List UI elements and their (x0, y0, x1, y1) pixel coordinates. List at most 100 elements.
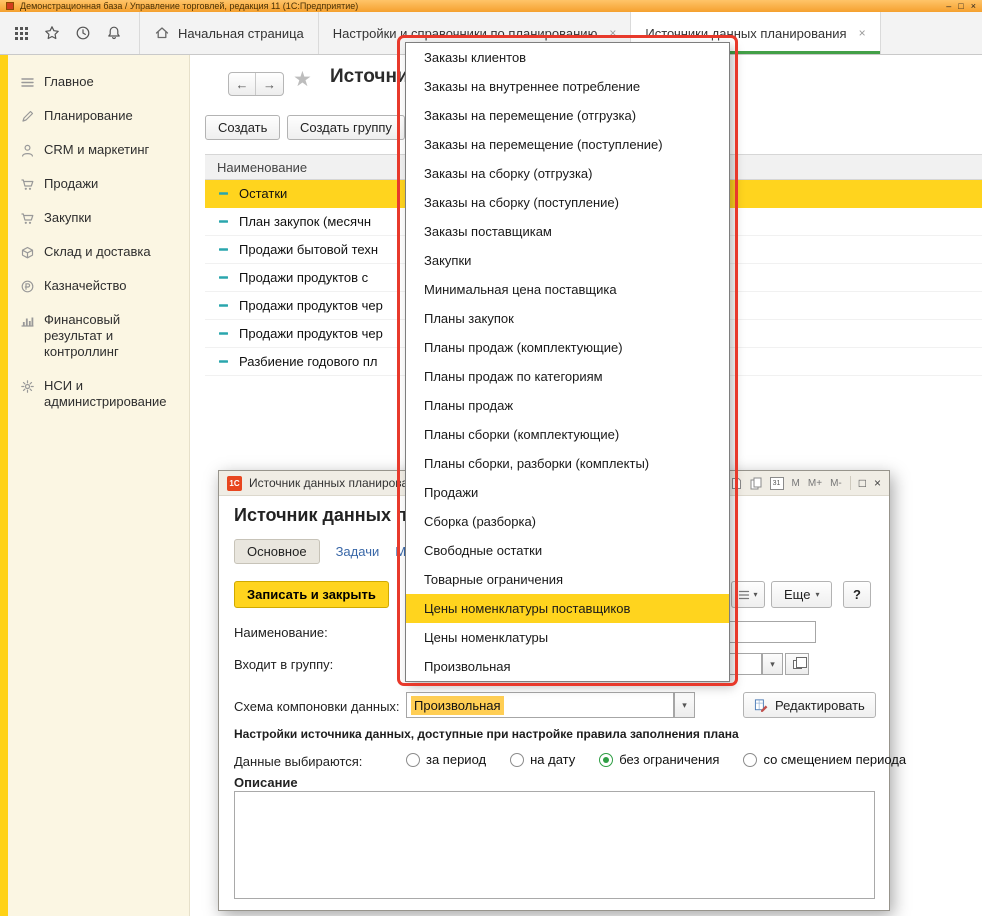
sidebar-item-sklad-dostavka[interactable]: Склад и доставка (8, 235, 189, 269)
home-icon (154, 25, 170, 41)
memory-m-minus-button[interactable]: М- (830, 478, 842, 489)
radio-label: со смещением периода (763, 752, 906, 767)
create-group-button[interactable]: Создать группу (287, 115, 405, 140)
dropdown-item[interactable]: Заказы на перемещение (поступление) (406, 130, 729, 159)
dropdown-item[interactable]: Заказы поставщикам (406, 217, 729, 246)
more-button-label: Еще (784, 587, 810, 602)
dropdown-item[interactable]: Планы сборки, разборки (комплекты) (406, 449, 729, 478)
favorites-star-icon[interactable] (39, 20, 65, 46)
dialog-close-button[interactable]: × (874, 476, 881, 490)
dropdown-item[interactable]: Цены номенклатуры (406, 623, 729, 652)
sidebar-item-zakupki[interactable]: Закупки (8, 201, 189, 235)
tab-osnovnoe[interactable]: Основное (234, 539, 320, 564)
data-select-radio-group: за период на дату без ограничения со сме… (406, 752, 906, 767)
dropdown-item[interactable]: Заказы на перемещение (отгрузка) (406, 101, 729, 130)
calendar-icon[interactable]: 31 (770, 477, 784, 490)
window-controls: – □ × (946, 1, 976, 11)
sidebar-item-kaznacheystvo[interactable]: Казначейство (8, 269, 189, 303)
dropdown-item[interactable]: Закупки (406, 246, 729, 275)
help-button[interactable]: ? (843, 581, 871, 608)
purchases-cart-icon (20, 211, 35, 226)
sidebar-item-prodazhi[interactable]: Продажи (8, 167, 189, 201)
dropdown-item[interactable]: Заказы на сборку (поступление) (406, 188, 729, 217)
sales-cart-icon (20, 177, 35, 192)
warehouse-box-icon (20, 245, 35, 260)
dropdown-item[interactable]: Планы продаж по категориям (406, 362, 729, 391)
group-open-button[interactable] (785, 653, 809, 675)
dropdown-item[interactable]: Свободные остатки (406, 536, 729, 565)
maximize-button[interactable]: □ (958, 1, 963, 11)
data-source-item-icon (217, 271, 230, 284)
sidebar-item-finansovyi-rezultat[interactable]: Финансовый результат и контроллинг (8, 303, 189, 369)
dropdown-item[interactable]: Минимальная цена поставщика (406, 275, 729, 304)
dialog-maximize-button[interactable]: □ (859, 476, 866, 490)
dropdown-item[interactable]: Планы сборки (комплектующие) (406, 420, 729, 449)
sidebar-item-label: CRM и маркетинг (44, 142, 149, 158)
app-icon (6, 2, 14, 10)
memory-m-plus-button[interactable]: М+ (808, 478, 822, 489)
group-dropdown-arrow-icon[interactable]: ▾ (762, 653, 783, 675)
forward-button[interactable]: → (256, 73, 283, 95)
dropdown-item[interactable]: Планы продаж (406, 391, 729, 420)
radio-label: без ограничения (619, 752, 719, 767)
edit-icon (754, 698, 769, 713)
dropdown-item[interactable]: Продажи (406, 478, 729, 507)
radio-label: за период (426, 752, 486, 767)
notifications-bell-icon[interactable] (101, 20, 127, 46)
toolbar-extra-icon-button[interactable]: ▾ (731, 581, 765, 608)
dropdown-item[interactable]: Произвольная (406, 652, 729, 681)
sidebar-item-label: Планирование (44, 108, 133, 124)
radio-so-smeshcheniem-perioda[interactable]: со смещением периода (743, 752, 906, 767)
row-label: Продажи продуктов с (239, 270, 368, 285)
description-textarea[interactable] (234, 791, 875, 899)
favorite-star-icon[interactable]: ★ (293, 67, 312, 92)
schema-dropdown-list: Заказы клиентов Заказы на внутреннее пот… (405, 42, 730, 682)
pages-icon[interactable] (750, 477, 762, 490)
tab-zadachi[interactable]: Задачи (336, 544, 380, 559)
row-label: Остатки (239, 186, 287, 201)
schema-combo-input[interactable]: Произвольная (406, 692, 674, 718)
treasury-coin-icon (20, 279, 35, 294)
dropdown-item[interactable]: Заказы клиентов (406, 43, 729, 72)
save-close-button[interactable]: Записать и закрыть (234, 581, 389, 608)
dropdown-item[interactable]: Товарные ограничения (406, 565, 729, 594)
history-icon[interactable] (70, 20, 96, 46)
edit-schema-button[interactable]: Редактировать (743, 692, 876, 718)
data-select-label: Данные выбираются: (234, 754, 362, 769)
radio-icon (743, 753, 757, 767)
close-tab-icon[interactable]: × (609, 26, 616, 40)
create-button[interactable]: Создать (205, 115, 280, 140)
data-source-item-icon (217, 215, 230, 228)
dialog-titlebar-icons: 31 М М+ М- □ × (731, 476, 881, 490)
radio-icon (510, 753, 524, 767)
dropdown-item[interactable]: Сборка (разборка) (406, 507, 729, 536)
memory-m-button[interactable]: М (792, 478, 800, 489)
dropdown-item[interactable]: Заказы на внутреннее потребление (406, 72, 729, 101)
gear-icon (20, 379, 35, 394)
tab-home[interactable]: Начальная страница (139, 12, 319, 54)
back-button[interactable]: ← (229, 73, 256, 95)
dropdown-item[interactable]: Планы продаж (комплектующие) (406, 333, 729, 362)
sidebar-item-glavnoe[interactable]: Главное (8, 65, 189, 99)
radio-icon (406, 753, 420, 767)
schema-dropdown-arrow-icon[interactable]: ▾ (674, 692, 695, 718)
radio-za-period[interactable]: за период (406, 752, 486, 767)
minimize-button[interactable]: – (946, 1, 951, 11)
radio-na-datu[interactable]: на дату (510, 752, 575, 767)
dropdown-item-selected[interactable]: Цены номенклатуры поставщиков (406, 594, 729, 623)
sidebar-item-label: Продажи (44, 176, 98, 192)
dropdown-item[interactable]: Планы закупок (406, 304, 729, 333)
row-label: Продажи бытовой техн (239, 242, 378, 257)
sidebar-item-crm-marketing[interactable]: CRM и маркетинг (8, 133, 189, 167)
sidebar-item-nsi-administrirovanie[interactable]: НСИ и администрирование (8, 369, 189, 419)
radio-bez-ogranicheniya[interactable]: без ограничения (599, 752, 719, 767)
dropdown-item[interactable]: Заказы на сборку (отгрузка) (406, 159, 729, 188)
main-menu-icon[interactable] (8, 20, 34, 46)
description-label: Описание (234, 775, 298, 790)
more-button[interactable]: Еще ▾ (771, 581, 832, 608)
close-button[interactable]: × (971, 1, 976, 11)
page-icon[interactable] (731, 477, 742, 490)
sidebar-item-planirovanie[interactable]: Планирование (8, 99, 189, 133)
menu-lines-icon (20, 75, 35, 90)
close-tab-icon[interactable]: × (859, 26, 866, 40)
